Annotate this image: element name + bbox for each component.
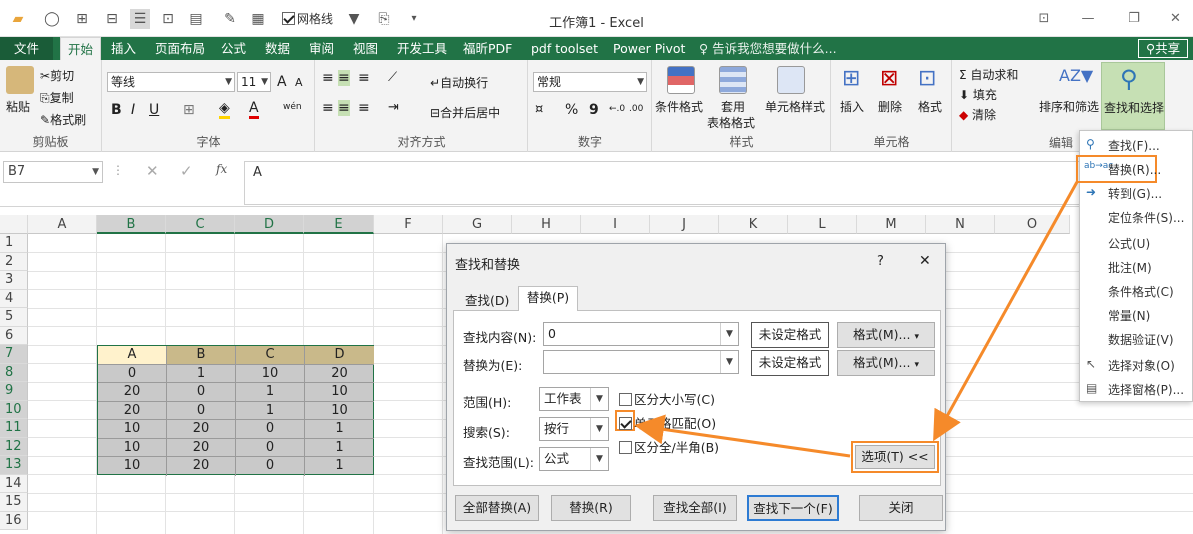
annotation-arrows	[634, 181, 1079, 458]
tab-replace-label: 替换(P)	[526, 290, 570, 305]
tab-replace[interactable]: 替换(P)	[518, 286, 578, 311]
arrow-to-options	[933, 181, 1079, 442]
arrow-to-checkbox	[634, 414, 851, 458]
